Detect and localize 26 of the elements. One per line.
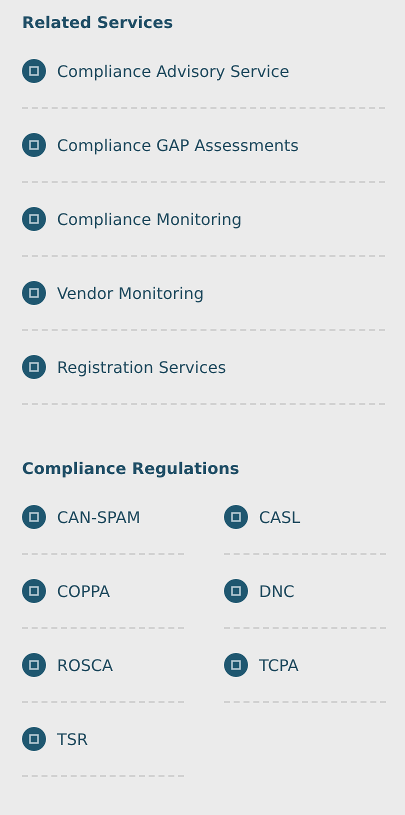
service-link[interactable]: ROSCA (22, 629, 184, 703)
service-link[interactable]: CASL (224, 481, 386, 555)
bullet-icon (224, 505, 248, 529)
service-link[interactable]: DNC (224, 555, 386, 629)
service-link[interactable]: TSR (22, 703, 184, 777)
service-link[interactable]: TCPA (224, 629, 386, 703)
service-link[interactable]: Compliance Monitoring (22, 183, 385, 257)
bullet-icon (22, 727, 46, 751)
bullet-icon (22, 355, 46, 379)
service-link[interactable]: CAN-SPAM (22, 481, 184, 555)
bullet-icon (22, 281, 46, 305)
bullet-icon (22, 505, 46, 529)
bullet-icon (22, 207, 46, 231)
bullet-icon (224, 653, 248, 677)
service-link[interactable]: COPPA (22, 555, 184, 629)
bullet-icon (22, 653, 46, 677)
service-link[interactable]: Vendor Monitoring (22, 257, 385, 331)
service-link[interactable]: Compliance GAP Assessments (22, 109, 385, 183)
service-link[interactable]: Compliance Advisory Service (22, 35, 385, 109)
section-heading: Compliance Regulations (22, 458, 240, 480)
section-heading: Related Services (22, 12, 174, 34)
bullet-icon (22, 133, 46, 157)
bullet-icon (224, 579, 248, 603)
bullet-icon (22, 59, 46, 83)
bullet-icon (22, 579, 46, 603)
service-link[interactable]: Registration Services (22, 331, 385, 405)
